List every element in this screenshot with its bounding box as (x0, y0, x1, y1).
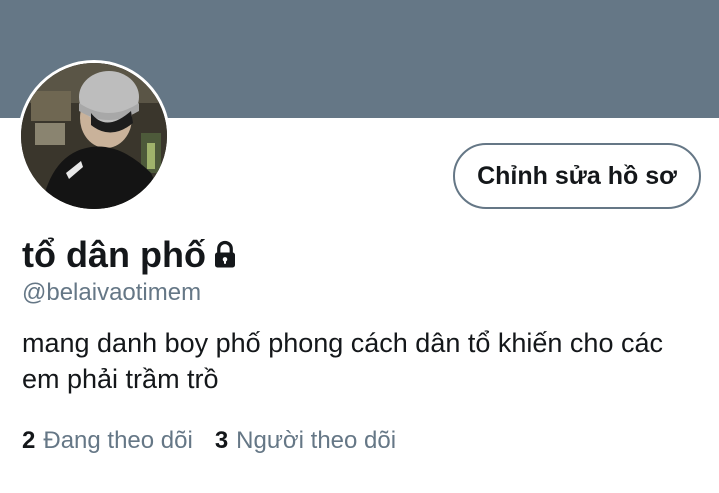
name-row: tổ dân phố (22, 230, 240, 280)
following-count: 2 (22, 427, 36, 454)
display-name: tổ dân phố (22, 234, 206, 275)
following-label: Đang theo dõi (43, 427, 193, 454)
followers-count: 3 (214, 427, 229, 454)
lock-icon (210, 240, 240, 270)
profile-stats: 2 Đang theo dõi 3 Người theo dõi (22, 424, 396, 458)
avatar[interactable] (18, 60, 170, 212)
followers-stat[interactable]: 3 Người theo dõi (215, 427, 396, 455)
avatar-photo (21, 63, 167, 209)
user-handle: @belaivaotimem (22, 279, 202, 306)
followers-label: Người theo dõi (236, 427, 397, 454)
edit-profile-button[interactable]: Chỉnh sửa hồ sơ (453, 143, 701, 209)
following-stat[interactable]: 2 Đang theo dõi (22, 427, 193, 455)
profile-bio: mang danh boy phố phong cách dân tổ khiế… (22, 328, 663, 394)
